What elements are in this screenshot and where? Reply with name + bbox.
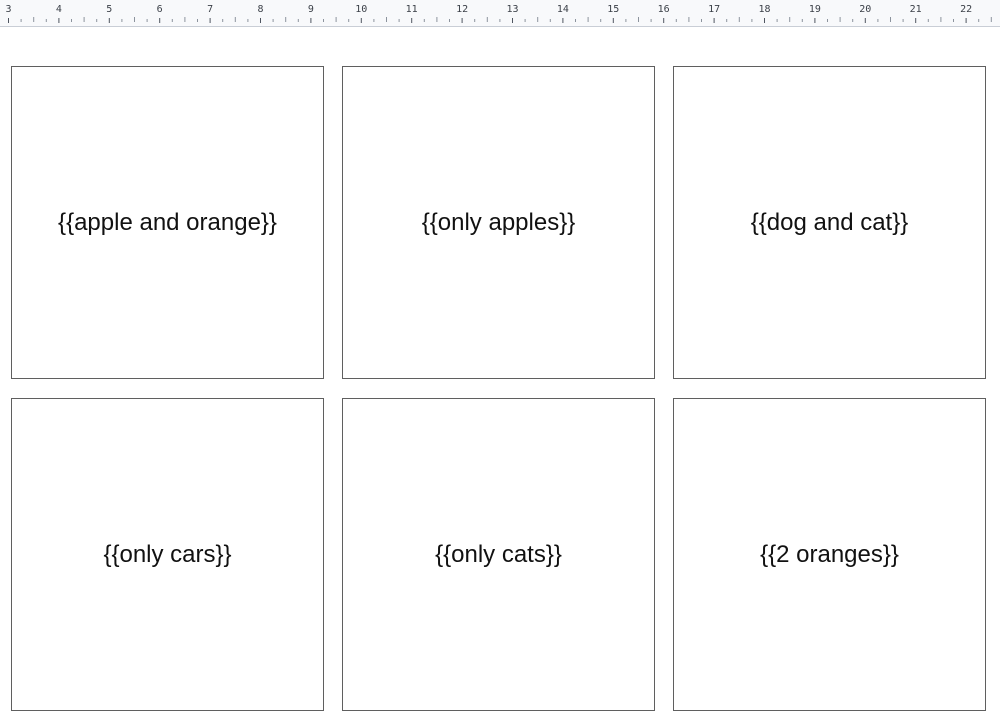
ruler-number: 11 <box>405 4 418 15</box>
ruler-number: 22 <box>960 4 973 15</box>
ruler-number: 3 <box>5 4 12 15</box>
card-label: {{only apples}} <box>421 208 576 236</box>
ruler-number: 21 <box>909 4 922 15</box>
label-card[interactable]: {{apple and orange}} <box>11 66 324 379</box>
horizontal-ruler[interactable]: 3 4 5 6 7 8 9 10 11 12 13 14 15 16 17 18 19 20 21 22 <box>0 0 1000 27</box>
ruler-number: 18 <box>758 4 771 15</box>
ruler-number: 10 <box>355 4 368 15</box>
document-page: {{apple and orange}} {{only apples}} {{d… <box>0 27 1000 727</box>
ruler-number: 7 <box>207 4 214 15</box>
card-label: {{dog and cat}} <box>750 208 909 236</box>
label-card[interactable]: {{dog and cat}} <box>673 66 986 379</box>
ruler-number: 8 <box>257 4 264 15</box>
label-card[interactable]: {{only cats}} <box>342 398 655 711</box>
label-card[interactable]: {{only cars}} <box>11 398 324 711</box>
ruler-number: 9 <box>307 4 314 15</box>
ruler-number: 4 <box>55 4 62 15</box>
card-label: {{2 oranges}} <box>760 540 899 568</box>
ruler-number: 17 <box>708 4 721 15</box>
card-label: {{only cats}} <box>435 540 562 568</box>
label-card[interactable]: {{only apples}} <box>342 66 655 379</box>
ruler-number: 14 <box>556 4 569 15</box>
ruler-number: 13 <box>506 4 519 15</box>
ruler-number: 19 <box>808 4 821 15</box>
ruler-number: 20 <box>859 4 872 15</box>
ruler-number: 12 <box>456 4 469 15</box>
ruler-number: 16 <box>657 4 670 15</box>
ruler-number: 5 <box>106 4 113 15</box>
ruler-number: 6 <box>156 4 163 15</box>
ruler-ticks <box>8 17 992 23</box>
ruler-number: 15 <box>607 4 620 15</box>
card-label: {{only cars}} <box>103 540 232 568</box>
label-card[interactable]: {{2 oranges}} <box>673 398 986 711</box>
card-label: {{apple and orange}} <box>58 208 277 236</box>
